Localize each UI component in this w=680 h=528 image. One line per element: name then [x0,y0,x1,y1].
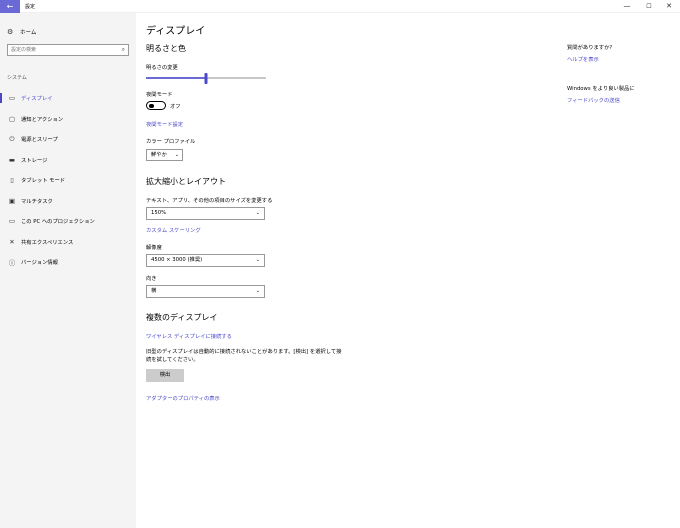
sidebar-home-label: ホーム [20,30,37,36]
night-mode-state: オフ [170,103,181,110]
scale-value: 150% [151,210,167,216]
orientation-select[interactable]: 横 ⌄ [146,285,265,298]
slider-fill [146,77,206,79]
app-title: 設定 [25,4,36,10]
sidebar-item-label: ディスプレイ [21,96,53,103]
detect-button[interactable]: 検出 [146,369,184,382]
tablet-mode-icon: ▯ [10,176,14,185]
maximize-button[interactable]: ☐ [638,0,660,13]
sidebar-item-about[interactable]: ⓘ バージョン情報 [0,252,136,273]
help-question: 質問がありますか? [567,45,613,51]
minimize-button[interactable]: — [616,0,638,13]
sidebar-item-display[interactable]: ▭ ディスプレイ [0,88,136,109]
brightness-slider[interactable] [146,73,266,84]
sidebar-item-power[interactable]: ⏻ 電源とスリープ [0,129,136,150]
sidebar-item-label: 共有エクスペリエンス [21,239,74,246]
sidebar-item-multitasking[interactable]: ▣ マルチタスク [0,191,136,212]
sidebar-item-projection[interactable]: ▭ この PC へのプロジェクション [0,211,136,232]
search-icon[interactable]: ⌕ [122,46,125,54]
chevron-down-icon: ⌄ [255,210,260,216]
scale-select[interactable]: 150% ⌄ [146,207,265,220]
toggle-knob [149,103,154,108]
chevron-down-icon: ⌄ [255,257,260,263]
custom-scaling-link[interactable]: カスタム スケーリング [146,226,201,234]
night-mode-settings-link[interactable]: 夜間モード設定 [146,120,183,128]
wireless-display-link[interactable]: ワイヤレス ディスプレイに接続する [146,332,232,340]
sidebar-item-label: タブレット モード [21,178,66,185]
title-bar: ← 設定 — ☐ ✕ [0,0,680,13]
power-icon: ⏻ [9,134,15,143]
section-label: システム [7,75,27,81]
color-profile-value: 鮮やか [151,152,167,158]
night-mode-label: 夜間モード [146,92,173,98]
adapter-properties-link[interactable]: アダプターのプロパティの表示 [146,394,220,402]
sidebar-item-notifications[interactable]: ▢ 通知とアクション [0,109,136,130]
orientation-value: 横 [151,288,157,294]
night-mode-toggle[interactable] [146,101,166,110]
notification-icon: ▢ [8,114,16,123]
slider-thumb[interactable] [204,73,208,84]
sidebar-item-shared-experiences[interactable]: ✕ 共有エクスペリエンス [0,232,136,253]
search-box: ⌕ [7,44,129,56]
feedback-link[interactable]: フィードバックの送信 [567,96,620,104]
chevron-down-icon: ⌄ [174,152,179,158]
sidebar-home[interactable]: ⚙ ホーム [7,27,36,37]
color-profile-label: カラー プロファイル [146,139,196,145]
brightness-section-heading: 明るさと色 [146,44,186,53]
detect-description: 旧型のディスプレイは自動的に接続されないことがあります。[検出] を選択して接続… [146,349,342,363]
main-content: ディスプレイ 明るさと色 明るさの変更 夜間モード オフ 夜間モード設定 カラー… [136,13,680,528]
sidebar-item-label: この PC へのプロジェクション [21,219,95,226]
resolution-select[interactable]: 4500 × 3000 (推奨) ⌄ [146,254,265,267]
shared-experiences-icon: ✕ [9,237,15,246]
storage-icon: ▬ [8,155,16,164]
sidebar-nav: ▭ ディスプレイ ▢ 通知とアクション ⏻ 電源とスリープ ▬ ストレージ ▯ … [0,88,136,273]
close-button[interactable]: ✕ [658,0,680,13]
multitasking-icon: ▣ [8,196,16,205]
get-help-link[interactable]: ヘルプを表示 [567,55,599,63]
color-profile-select[interactable]: 鮮やか ⌄ [146,149,183,161]
sidebar-item-label: バージョン情報 [21,260,58,267]
sidebar-item-storage[interactable]: ▬ ストレージ [0,150,136,171]
sidebar-item-label: 電源とスリープ [21,137,58,144]
back-button[interactable]: ← [0,0,20,13]
orientation-label: 向き [146,276,157,282]
sidebar-item-label: 通知とアクション [21,116,64,123]
sidebar-item-label: ストレージ [21,157,48,164]
chevron-down-icon: ⌄ [255,288,260,294]
page-title: ディスプレイ [146,26,206,37]
scale-label: テキスト、アプリ、その他の項目のサイズを変更する [146,198,273,204]
multi-display-section-heading: 複数のディスプレイ [146,313,218,322]
resolution-value: 4500 × 3000 (推奨) [151,257,203,263]
search-input[interactable] [8,45,116,55]
display-icon: ▭ [8,94,16,103]
scale-section-heading: 拡大縮小とレイアウト [146,177,226,186]
sidebar-item-label: マルチタスク [21,198,53,205]
info-icon: ⓘ [8,259,16,268]
improve-windows-text: Windows をより良い製品に [567,86,635,92]
night-mode-toggle-row: オフ [146,101,181,110]
gear-icon: ⚙ [7,28,14,36]
projection-icon: ▭ [8,217,16,226]
sidebar: ⚙ ホーム ⌕ システム ▭ ディスプレイ ▢ 通知とアクション ⏻ 電源とスリ… [0,13,136,528]
resolution-label: 解像度 [146,245,162,251]
sidebar-item-tablet-mode[interactable]: ▯ タブレット モード [0,170,136,191]
brightness-label: 明るさの変更 [146,65,178,71]
